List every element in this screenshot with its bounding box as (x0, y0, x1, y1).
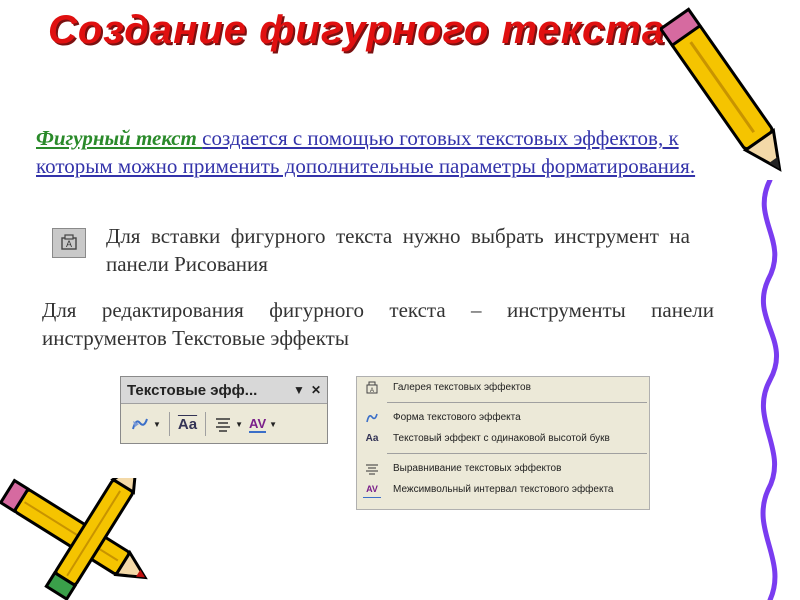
menu-item-fontwork-gallery[interactable]: A Галерея текстовых эффектов (357, 377, 649, 398)
fontwork-alignment-icon (216, 418, 231, 432)
toolbar-buttons: ▼ Aa ▼ AV ▼ (121, 404, 327, 444)
fontwork-alignment-icon (363, 461, 381, 477)
page-title: Создание фигурного текста (48, 8, 666, 52)
chevron-down-icon: ▼ (269, 419, 278, 429)
svg-text:A: A (66, 239, 72, 249)
chevron-down-icon: ▼ (235, 419, 244, 429)
squiggle-decoration-icon (760, 180, 779, 600)
menu-item-label: Галерея текстовых эффектов (393, 382, 531, 393)
menu-item-label: Межсимвольный интервал текстового эффект… (393, 484, 614, 495)
fontwork-shape-icon (132, 418, 148, 430)
toolbar-header: Текстовые эфф... ▼ ✕ (121, 377, 327, 404)
same-letter-heights-icon: Aa (365, 433, 379, 444)
text-effects-menu: A Галерея текстовых эффектов Форма текст… (356, 376, 650, 510)
svg-text:A: A (370, 388, 374, 394)
toolbar-menu-button[interactable]: ▼ (293, 383, 305, 397)
menu-item-label: Форма текстового эффекта (393, 412, 521, 423)
text-effects-toolbar: Текстовые эфф... ▼ ✕ ▼ Aa ▼ AV ▼ (120, 376, 328, 444)
menu-item-label: Текстовый эффект с одинаковой высотой бу… (393, 433, 610, 444)
fontwork-gallery-icon: A (363, 380, 381, 396)
fontwork-shape-button[interactable]: ▼ (127, 411, 164, 437)
menu-separator (387, 402, 647, 403)
toolbar-close-button[interactable]: ✕ (311, 383, 321, 397)
character-spacing-icon: AV (249, 415, 267, 433)
menu-item-fontwork-alignment[interactable]: Выравнивание текстовых эффектов (357, 458, 649, 479)
menu-item-character-spacing[interactable]: AV Межсимвольный интервал текстового эфф… (357, 479, 649, 500)
fontwork-alignment-button[interactable]: ▼ (211, 411, 246, 437)
edit-description: Для редактирования фигурного текста – ин… (42, 298, 714, 350)
fontwork-tool-icon[interactable]: A (52, 228, 86, 258)
fontwork-shape-icon (363, 410, 381, 426)
menu-item-same-letter-heights[interactable]: Aa Текстовый эффект с одинаковой высотой… (357, 428, 649, 449)
menu-separator (387, 453, 647, 454)
toolbar-title: Текстовые эфф... (127, 381, 258, 399)
same-letter-heights-button[interactable]: Aa (175, 411, 200, 437)
intro-paragraph: Фигурный текст создается с помощью готов… (36, 124, 716, 180)
intro-lead: Фигурный текст (36, 126, 203, 150)
same-letter-heights-icon: Aa (177, 415, 198, 433)
character-spacing-button[interactable]: AV ▼ (246, 411, 280, 437)
menu-item-label: Выравнивание текстовых эффектов (393, 463, 562, 474)
pencil-icon (660, 7, 782, 172)
chevron-down-icon: ▼ (153, 419, 161, 429)
toolbar-separator (168, 412, 170, 436)
menu-item-fontwork-shape[interactable]: Форма текстового эффекта (357, 407, 649, 428)
pencils-icon (0, 478, 148, 600)
toolbar-separator (205, 412, 207, 436)
character-spacing-icon: AV (363, 481, 381, 498)
insert-description: Для вставки фигурного текста нужно выбра… (106, 224, 690, 276)
